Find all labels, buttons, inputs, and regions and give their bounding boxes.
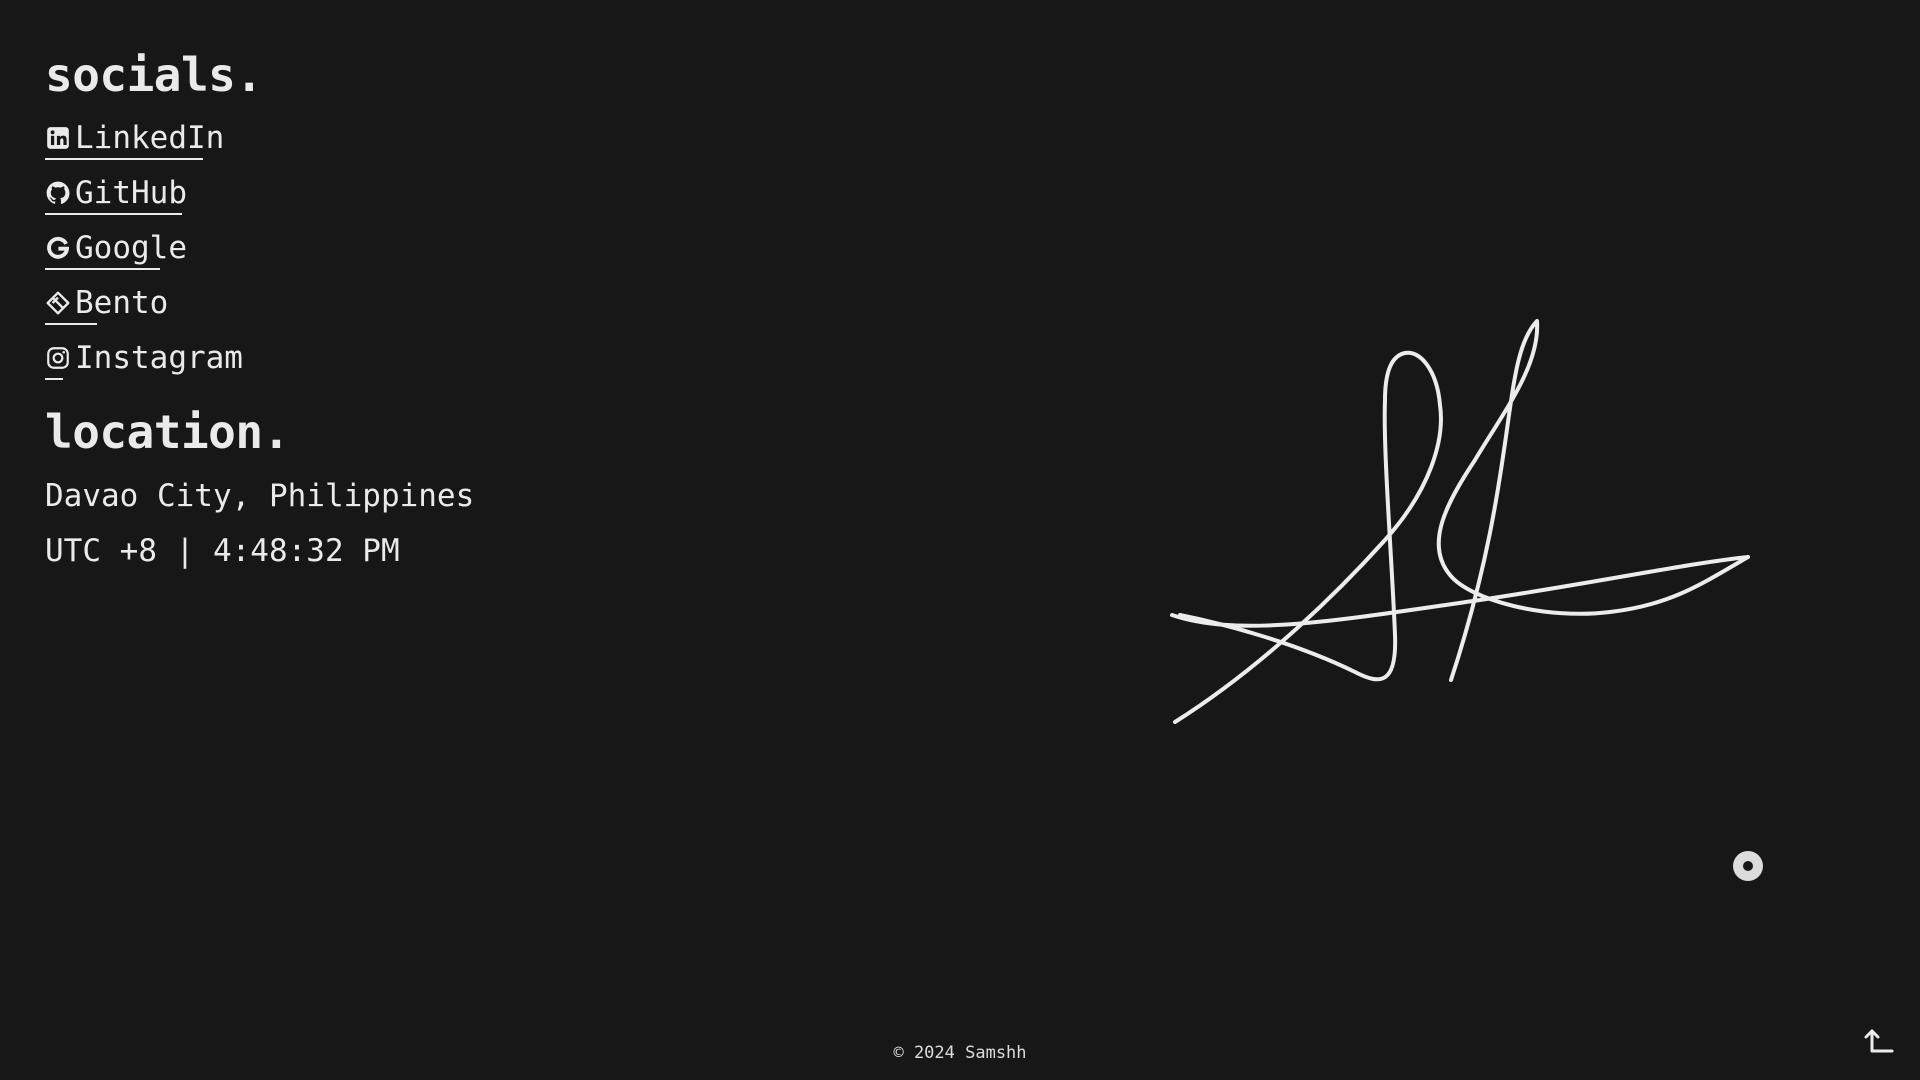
instagram-link[interactable]: Instagram [45,340,243,380]
info-column: socials. LinkedIn GitHub Google Bento In… [45,40,745,579]
linkedin-link[interactable]: LinkedIn [45,120,224,160]
page: socials. LinkedIn GitHub Google Bento In… [0,0,1920,1080]
socials-heading: socials. [45,48,263,102]
instagram-icon [45,345,71,371]
socials-list: LinkedIn GitHub Google Bento Instagram [45,112,745,387]
google-label: Google [75,229,187,266]
bento-icon [45,290,71,316]
github-icon [45,180,71,206]
location-heading: location. [45,405,290,459]
cursor-dot [1733,851,1763,881]
bento-link[interactable]: Bento [45,285,168,325]
social-item-instagram: Instagram [45,332,745,387]
cursor-dot-center [1743,861,1753,871]
location-time: UTC +8 | 4:48:32 PM [45,533,400,569]
social-item-google: Google [45,222,745,277]
github-link[interactable]: GitHub [45,175,187,215]
bento-label: Bento [75,284,169,321]
linkedin-label: LinkedIn [75,119,225,156]
linkedin-icon [45,125,71,151]
google-link[interactable]: Google [45,230,187,270]
instagram-label: Instagram [75,339,243,376]
github-label: GitHub [75,174,187,211]
social-item-linkedin: LinkedIn [45,112,745,167]
location-city: Davao City, Philippines [45,478,475,514]
footer-copyright: © 2024 Samshh [893,1043,1027,1063]
signature-drawing [1170,319,1750,724]
scroll-to-top-icon[interactable] [1860,1026,1894,1060]
social-item-github: GitHub [45,167,745,222]
google-icon [45,235,71,261]
social-item-bento: Bento [45,277,745,332]
